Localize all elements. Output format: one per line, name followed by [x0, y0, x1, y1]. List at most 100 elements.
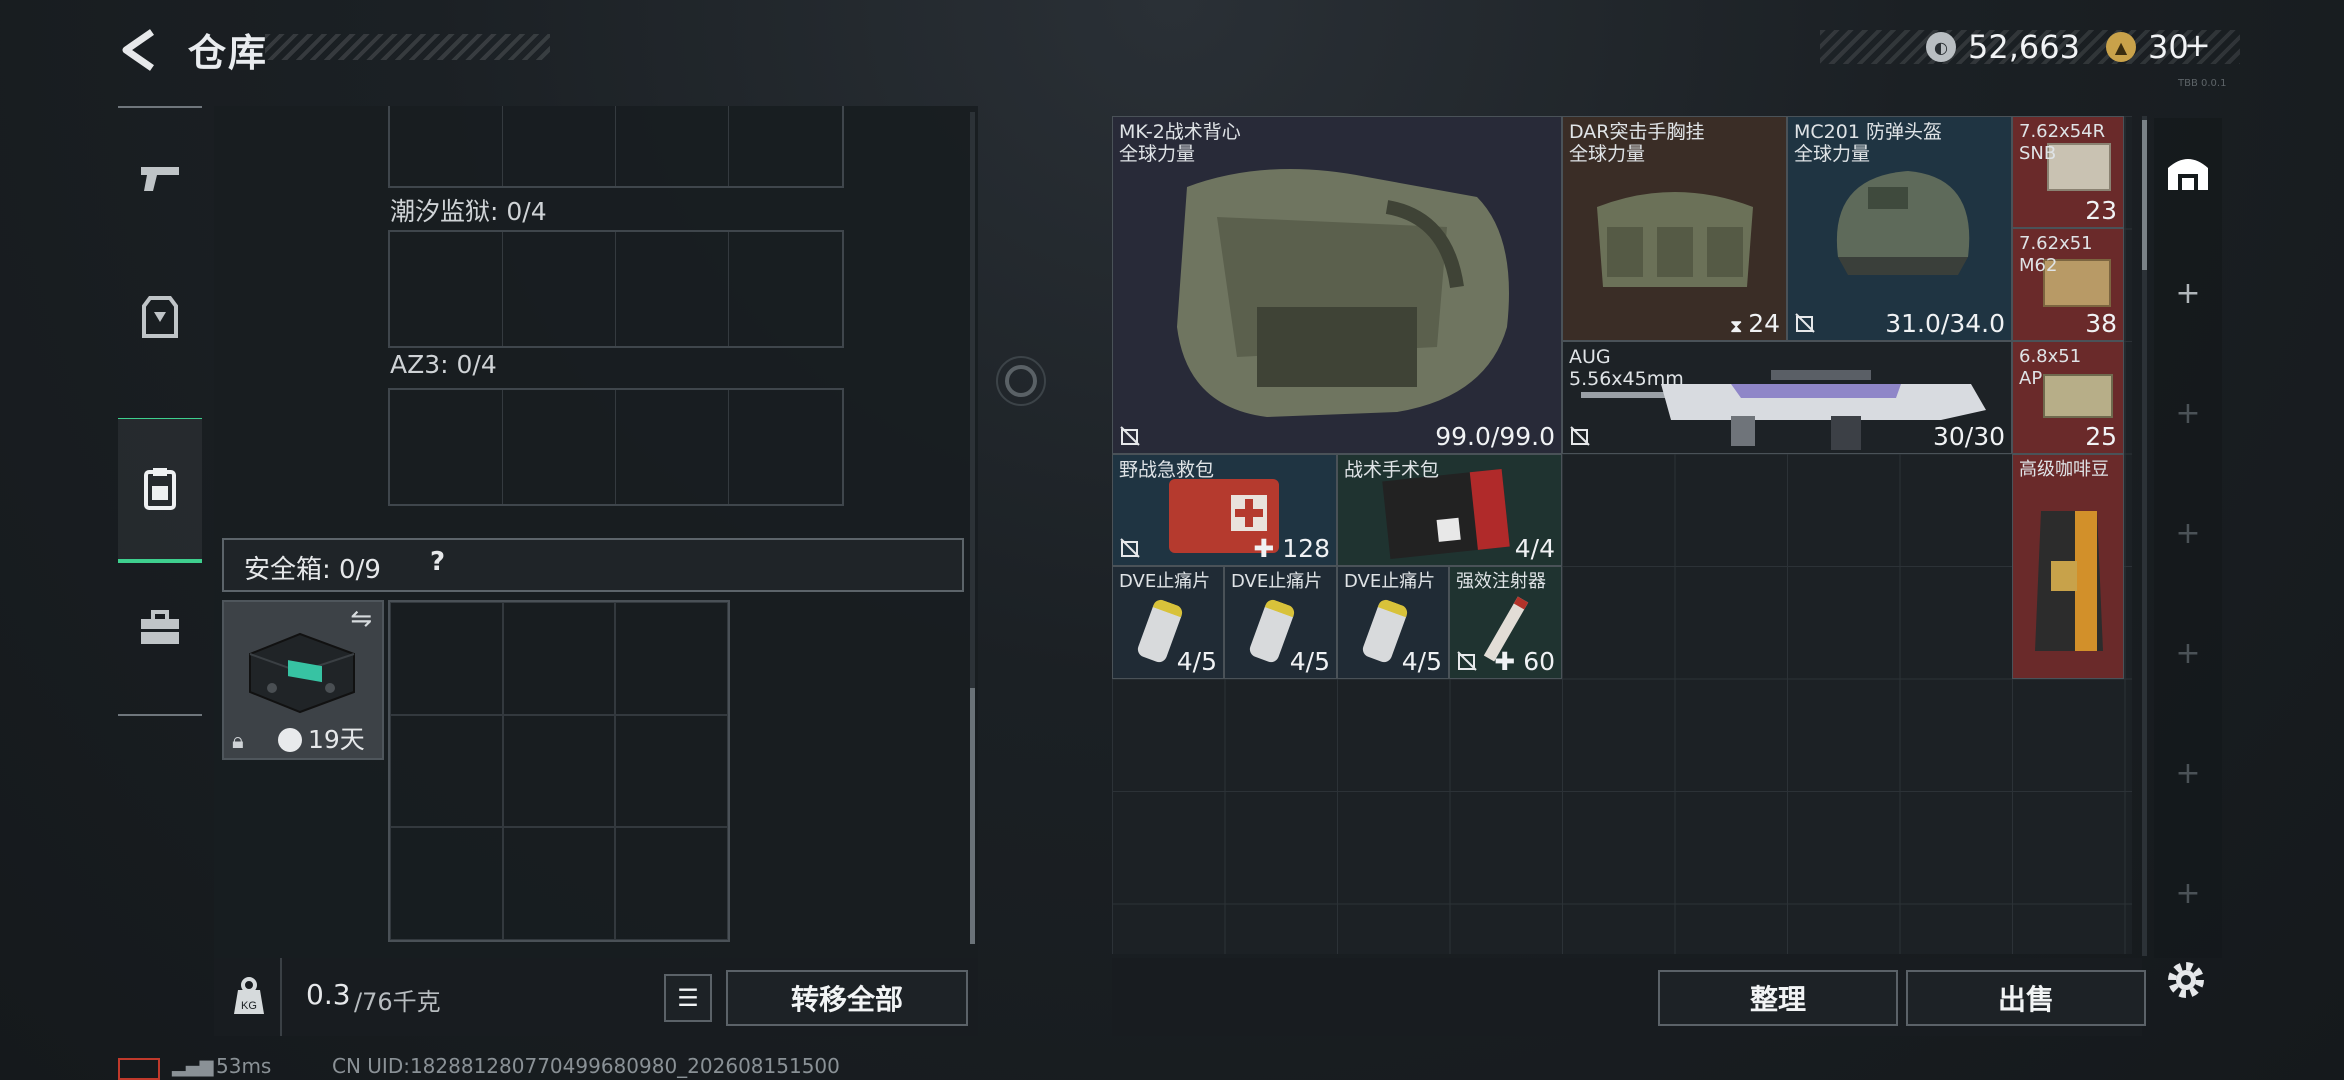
item-uses: 4/5: [1289, 647, 1330, 676]
item-hp: ✚ 60: [1494, 647, 1555, 676]
center-target-icon: [996, 356, 1046, 406]
title-decoration: [265, 34, 550, 60]
container-grid-1: [388, 106, 844, 188]
item-ammo-762x51[interactable]: 7.62x51 M62 38: [2012, 228, 2124, 341]
item-count: 38: [2085, 309, 2117, 338]
pistol-icon: [141, 167, 179, 191]
item-aug-rifle[interactable]: AUG 5.56x45mm 30/30: [1562, 341, 2012, 454]
add-currency-button[interactable]: +: [2184, 26, 2211, 64]
tab-weapons[interactable]: [118, 108, 202, 248]
safe-box-grid[interactable]: [388, 600, 730, 942]
item-count: 25: [2085, 422, 2117, 451]
coffee-bag-icon: [2035, 511, 2103, 651]
gold-coin-icon: ▲: [2106, 32, 2136, 62]
version-tag: TBB 0.0.1: [2178, 78, 2227, 89]
capacity-icon: ⧗: [1729, 316, 1749, 337]
item-dve-painkiller-2[interactable]: DVE止痛片 4/5: [1224, 566, 1337, 679]
item-name: MC201 防弹头盔 全球力量: [1794, 121, 1942, 165]
item-name: MK-2战术背心 全球力量: [1119, 121, 1241, 165]
category-tabs: [118, 106, 202, 716]
item-ammo-count: 30/30: [1932, 422, 2005, 451]
weight-value: 0.3: [306, 978, 351, 1011]
item-uses: 4/5: [1401, 647, 1442, 676]
container-grid-2[interactable]: [388, 230, 844, 348]
settings-gear-icon[interactable]: [2162, 956, 2210, 1004]
premium-currency-amount: 30: [2148, 28, 2189, 66]
no-insurance-icon: [1795, 313, 1815, 333]
tab-backpack[interactable]: [118, 418, 202, 563]
item-dar-chest-rig[interactable]: DAR突击手胸挂 全球力量 ⧗ 24: [1562, 116, 1787, 341]
item-name: 战术手术包: [1344, 459, 1440, 481]
back-arrow-icon[interactable]: [118, 28, 162, 72]
transfer-all-button[interactable]: 转移全部: [726, 970, 968, 1026]
locked-page-slot: +: [2175, 516, 2201, 551]
item-name: 强效注射器: [1456, 571, 1546, 592]
safe-box-header: 安全箱: 0/9 ?: [222, 538, 964, 592]
tab-case[interactable]: [118, 558, 202, 698]
weight-max: /76千克: [354, 988, 441, 1016]
list-view-button[interactable]: ☰: [664, 974, 712, 1022]
container-grid-3[interactable]: [388, 388, 844, 506]
locked-page-slot: +: [2175, 636, 2201, 671]
no-insurance-icon: [1457, 651, 1477, 671]
item-dve-painkiller-1[interactable]: DVE止痛片 4/5: [1112, 566, 1224, 679]
item-mc201-helmet[interactable]: MC201 防弹头盔 全球力量 31.0/34.0: [1787, 116, 2012, 341]
lock-icon: 🔒︎: [232, 729, 244, 754]
item-name: DVE止痛片: [1344, 571, 1436, 592]
inventory-panel: MK-2战术背心 全球力量 99.0/99.0 DAR突击手胸挂 全球力量 ⧗ 24…: [1112, 116, 2132, 954]
right-scrollbar-thumb[interactable]: [2142, 120, 2147, 270]
item-premium-coffee[interactable]: 高级咖啡豆: [2012, 454, 2124, 679]
svg-text:KG: KG: [241, 1000, 257, 1012]
item-uses: 4/4: [1514, 534, 1555, 563]
surgery-kit-icon: [1382, 468, 1510, 560]
locked-page-slot: +: [2175, 396, 2201, 431]
safe-box-case-icon: [249, 632, 355, 714]
item-durability: 99.0/99.0: [1435, 422, 1555, 451]
sort-button[interactable]: 整理: [1658, 970, 1898, 1026]
briefcase-icon: [141, 610, 179, 644]
helmet-icon: [1836, 171, 1970, 275]
item-name: DAR突击手胸挂 全球力量: [1569, 121, 1705, 165]
item-name: 7.62x51 M62: [2019, 233, 2093, 276]
item-name: 野战急救包: [1119, 459, 1215, 481]
item-dve-painkiller-3[interactable]: DVE止痛片 4/5: [1337, 566, 1449, 679]
item-durability: 31.0/34.0: [1885, 309, 2005, 338]
safe-box-timer: 19天: [308, 725, 365, 754]
storage-page-column: + + + + + +: [2154, 118, 2222, 958]
swap-icon[interactable]: ⇋: [350, 604, 372, 634]
item-potent-injector[interactable]: 强效注射器 ✚ 60: [1449, 566, 1562, 679]
locked-page-slot: +: [2175, 876, 2201, 911]
help-icon[interactable]: ?: [430, 547, 445, 577]
item-name: 高级咖啡豆: [2019, 459, 2109, 480]
item-name: 6.8x51 AP: [2019, 346, 2082, 389]
left-scrollbar-thumb[interactable]: [970, 688, 975, 944]
currency-amount: 52,663: [1968, 28, 2080, 66]
plus-icon: ✚: [1253, 534, 1283, 563]
battery-icon: [118, 1058, 160, 1080]
tab-armor[interactable]: [118, 248, 202, 388]
item-count: 23: [2085, 196, 2117, 225]
silver-coin-icon: ◐: [1926, 32, 1956, 62]
vest-icon: [1177, 169, 1509, 417]
item-tactical-surgery-kit[interactable]: 战术手术包 4/4: [1337, 454, 1562, 566]
user-uid: CN UID:182881280770499680980_20260815150…: [332, 1054, 840, 1078]
clock-icon: [278, 728, 302, 752]
add-storage-page-button[interactable]: +: [2154, 276, 2222, 311]
page-title: 仓库: [188, 31, 269, 75]
container-label-3: AZ3: 0/4: [390, 350, 497, 379]
item-ammo-762x54r[interactable]: 7.62x54R SNB 23: [2012, 116, 2124, 228]
item-mk2-vest[interactable]: MK-2战术背心 全球力量 99.0/99.0: [1112, 116, 1562, 454]
no-insurance-icon: [1120, 426, 1140, 446]
container-label-2: 潮汐监狱: 0/4: [390, 197, 547, 226]
safe-box-label: 安全箱: 0/9: [244, 555, 381, 585]
armor-icon: [142, 296, 178, 338]
item-ammo-68x51[interactable]: 6.8x51 AP 25: [2012, 341, 2124, 454]
item-uses: 4/5: [1176, 647, 1217, 676]
storage-home-icon[interactable]: [2164, 150, 2212, 198]
safe-box-item[interactable]: ⇋ 🔒︎ 19天: [222, 600, 384, 760]
item-field-medkit[interactable]: 野战急救包 ✚ 128: [1112, 454, 1337, 566]
plus-icon: ✚: [1494, 647, 1524, 676]
sell-button[interactable]: 出售: [1906, 970, 2146, 1026]
locked-page-slot: +: [2175, 756, 2201, 791]
no-insurance-icon: [1570, 426, 1590, 446]
